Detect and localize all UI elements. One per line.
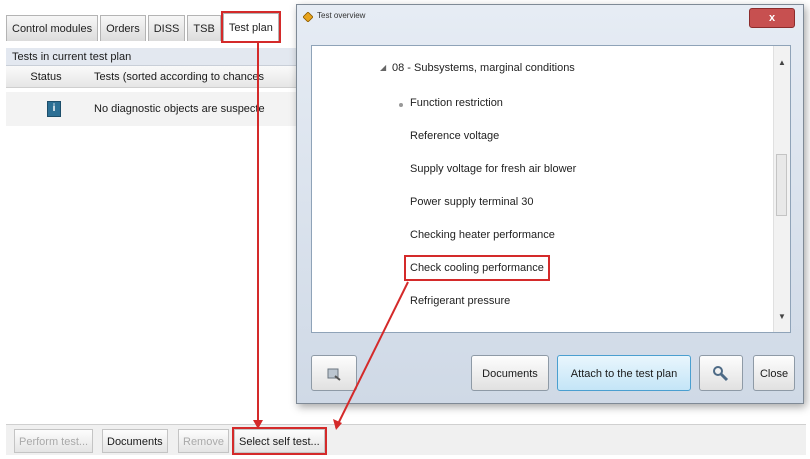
tab-control-modules[interactable]: Control modules [6,15,99,41]
bottom-toolbar: Perform test... Documents Remove Select … [6,424,806,455]
select-self-test-button[interactable]: Select self test... [232,427,327,455]
scroll-thumb[interactable] [776,154,787,216]
column-tests[interactable]: Tests (sorted according to chances [94,66,264,88]
dialog-documents-button[interactable]: Documents [471,355,549,391]
magnifier-button[interactable] [311,355,357,391]
test-tree: ◢ 08 - Subsystems, marginal conditions F… [311,45,791,333]
documents-button[interactable]: Documents [102,429,168,453]
tree-item[interactable]: Function restriction [410,92,503,114]
tab-tsb[interactable]: TSB [187,15,221,41]
row-text: No diagnostic objects are suspecte [94,103,265,115]
tree-scrollbar[interactable]: ▲ ▼ [773,46,790,332]
tree-item[interactable]: Power supply terminal 30 [410,191,534,213]
tab-test-plan[interactable]: Test plan [220,11,281,43]
perform-test-button[interactable]: Perform test... [14,429,94,453]
tab-diss[interactable]: DISS [147,15,186,41]
info-icon: i [47,101,61,117]
tree-item[interactable]: 08 - Subsystems, marginal conditions [392,57,575,79]
dialog-title: Test overview [317,11,366,20]
tab-orders[interactable]: Orders [100,15,146,41]
tree-item[interactable]: Refrigerant pressure [410,290,510,312]
test-overview-dialog: Test overview x ◢ 08 - Subsystems, margi… [296,4,804,404]
remove-button[interactable]: Remove [178,429,229,453]
wrench-icon [713,366,729,382]
dialog-titlebar[interactable]: Test overview x [297,5,803,31]
table-header: Status Tests (sorted according to chance… [6,66,296,88]
app-icon [303,12,313,22]
close-icon[interactable]: x [749,8,795,28]
bullet-icon [399,103,403,107]
column-status[interactable]: Status [6,66,86,88]
attach-to-test-plan-button[interactable]: Attach to the test plan [557,355,691,391]
tree-item[interactable]: Reference voltage [410,125,499,147]
tree-item-selected[interactable]: Check cooling performance [404,255,550,281]
magnifier-icon [327,368,341,381]
panel-title: Tests in current test plan [6,48,296,66]
tool-button[interactable] [699,355,743,391]
table-row[interactable]: i No diagnostic objects are suspecte [6,92,296,126]
tree-item[interactable]: Checking heater performance [410,224,555,246]
dialog-close-button[interactable]: Close [753,355,795,391]
scroll-up-icon[interactable]: ▲ [774,58,790,67]
tree-item[interactable]: Supply voltage for fresh air blower [410,158,576,180]
collapse-icon[interactable]: ◢ [380,63,386,72]
tab-strip: Control modules Orders DISS TSB Test pla… [6,7,281,43]
scroll-down-icon[interactable]: ▼ [774,312,790,321]
